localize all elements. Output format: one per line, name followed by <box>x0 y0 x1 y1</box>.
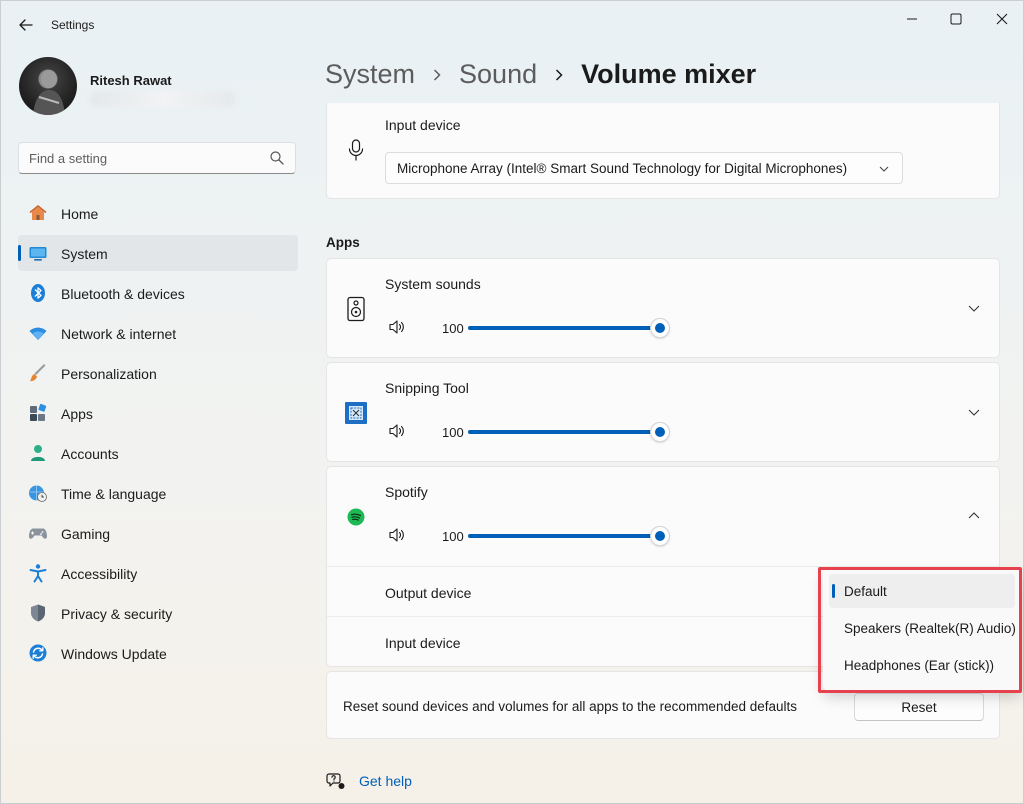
sidebar-item-gaming[interactable]: Gaming <box>18 515 298 551</box>
apps-icon <box>30 403 47 421</box>
input-device-label: Input device <box>385 635 461 651</box>
snipping-tool-icon <box>345 402 367 424</box>
sidebar-item-personalization[interactable]: Personalization <box>18 355 298 391</box>
microphone-icon <box>348 139 364 161</box>
sidebar-item-windows-update[interactable]: Windows Update <box>18 635 298 671</box>
dropdown-option-speakers[interactable]: Speakers (Realtek(R) Audio) <box>829 611 1016 645</box>
close-icon[interactable] <box>987 9 1017 29</box>
sidebar-item-bluetooth[interactable]: Bluetooth & devices <box>18 275 298 311</box>
app-card-snipping-tool[interactable]: Snipping Tool 100 <box>326 362 1000 462</box>
reset-description: Reset sound devices and volumes for all … <box>343 699 798 714</box>
sidebar-item-privacy[interactable]: Privacy & security <box>18 595 298 631</box>
volume-icon[interactable] <box>388 527 406 543</box>
settings-window: Settings Ritesh Rawat Find a setting Hom… <box>0 0 1024 804</box>
app-name: Snipping Tool <box>385 380 469 396</box>
dropdown-option-headphones[interactable]: Headphones (Ear (stick)) <box>829 648 1015 682</box>
maximize-icon[interactable] <box>941 9 971 29</box>
chevron-down-icon[interactable] <box>967 407 981 417</box>
volume-slider-thumb[interactable] <box>650 422 670 442</box>
volume-icon[interactable] <box>388 319 406 335</box>
volume-icon[interactable] <box>388 423 406 439</box>
help-chat-icon <box>326 773 345 789</box>
chevron-down-icon[interactable] <box>967 303 981 313</box>
app-card-system-sounds[interactable]: System sounds 100 <box>326 258 1000 358</box>
bluetooth-icon <box>31 284 45 302</box>
search-icon[interactable] <box>269 150 285 166</box>
input-device-select[interactable]: Microphone Array (Intel® Smart Sound Tec… <box>385 152 903 184</box>
wifi-icon <box>29 327 47 340</box>
user-email-blurred <box>90 91 236 107</box>
sidebar-item-accessibility[interactable]: Accessibility <box>18 555 298 591</box>
volume-value: 100 <box>442 425 464 440</box>
minimize-icon[interactable] <box>897 9 927 29</box>
monitor-icon <box>29 247 47 261</box>
get-help[interactable]: Get help <box>326 771 412 791</box>
sidebar-item-apps[interactable]: Apps <box>18 395 298 431</box>
search-input[interactable] <box>18 142 296 174</box>
breadcrumb-system[interactable]: System <box>325 59 415 90</box>
dropdown-option-default[interactable]: Default <box>829 574 1015 608</box>
chevron-right-icon <box>556 68 563 81</box>
clock-globe-icon <box>29 485 47 502</box>
sidebar-item-home[interactable]: Home <box>18 195 298 231</box>
output-device-dropdown: Default Speakers (Realtek(R) Audio) Head… <box>823 569 1021 691</box>
output-device-label: Output device <box>385 585 472 601</box>
spotify-icon <box>347 508 365 526</box>
home-icon <box>29 205 47 220</box>
update-icon <box>29 644 47 662</box>
person-icon <box>31 445 45 461</box>
breadcrumb-sound[interactable]: Sound <box>459 59 537 90</box>
volume-value: 100 <box>442 321 464 336</box>
volume-slider-track[interactable] <box>468 430 658 434</box>
input-device-label: Input device <box>385 117 461 133</box>
page-title: Volume mixer <box>581 59 757 89</box>
gamepad-icon <box>29 528 47 539</box>
app-name: Spotify <box>385 484 428 500</box>
shield-icon <box>31 604 45 622</box>
chevron-right-icon <box>434 68 441 81</box>
sidebar-item-accounts[interactable]: Accounts <box>18 435 298 471</box>
breadcrumb: System Sound Volume mixer <box>325 59 756 90</box>
sidebar-item-system[interactable]: System <box>18 235 298 271</box>
volume-slider-thumb[interactable] <box>650 526 670 546</box>
volume-value: 100 <box>442 529 464 544</box>
volume-slider-track[interactable] <box>468 534 658 538</box>
volume-slider-track[interactable] <box>468 326 658 330</box>
get-help-link[interactable]: Get help <box>359 773 412 789</box>
sidebar-item-network[interactable]: Network & internet <box>18 315 298 351</box>
sidebar-nav: Home System Bluetooth & devices Network … <box>18 195 298 675</box>
reset-button[interactable]: Reset <box>854 693 984 721</box>
apps-section-title: Apps <box>326 235 360 250</box>
window-title: Settings <box>51 18 95 32</box>
back-arrow-icon[interactable] <box>15 14 37 36</box>
title-bar: Settings <box>1 1 1024 49</box>
input-device-card: Input device Microphone Array (Intel® Sm… <box>326 103 1000 199</box>
accessibility-icon <box>29 564 47 583</box>
app-name: System sounds <box>385 276 481 292</box>
brush-icon <box>30 364 46 382</box>
avatar <box>19 57 77 115</box>
user-name: Ritesh Rawat <box>90 73 172 88</box>
chevron-up-icon[interactable] <box>967 511 981 521</box>
sidebar-item-time-language[interactable]: Time & language <box>18 475 298 511</box>
volume-slider-thumb[interactable] <box>650 318 670 338</box>
chevron-down-icon <box>879 166 889 172</box>
speaker-box-icon <box>347 296 365 322</box>
